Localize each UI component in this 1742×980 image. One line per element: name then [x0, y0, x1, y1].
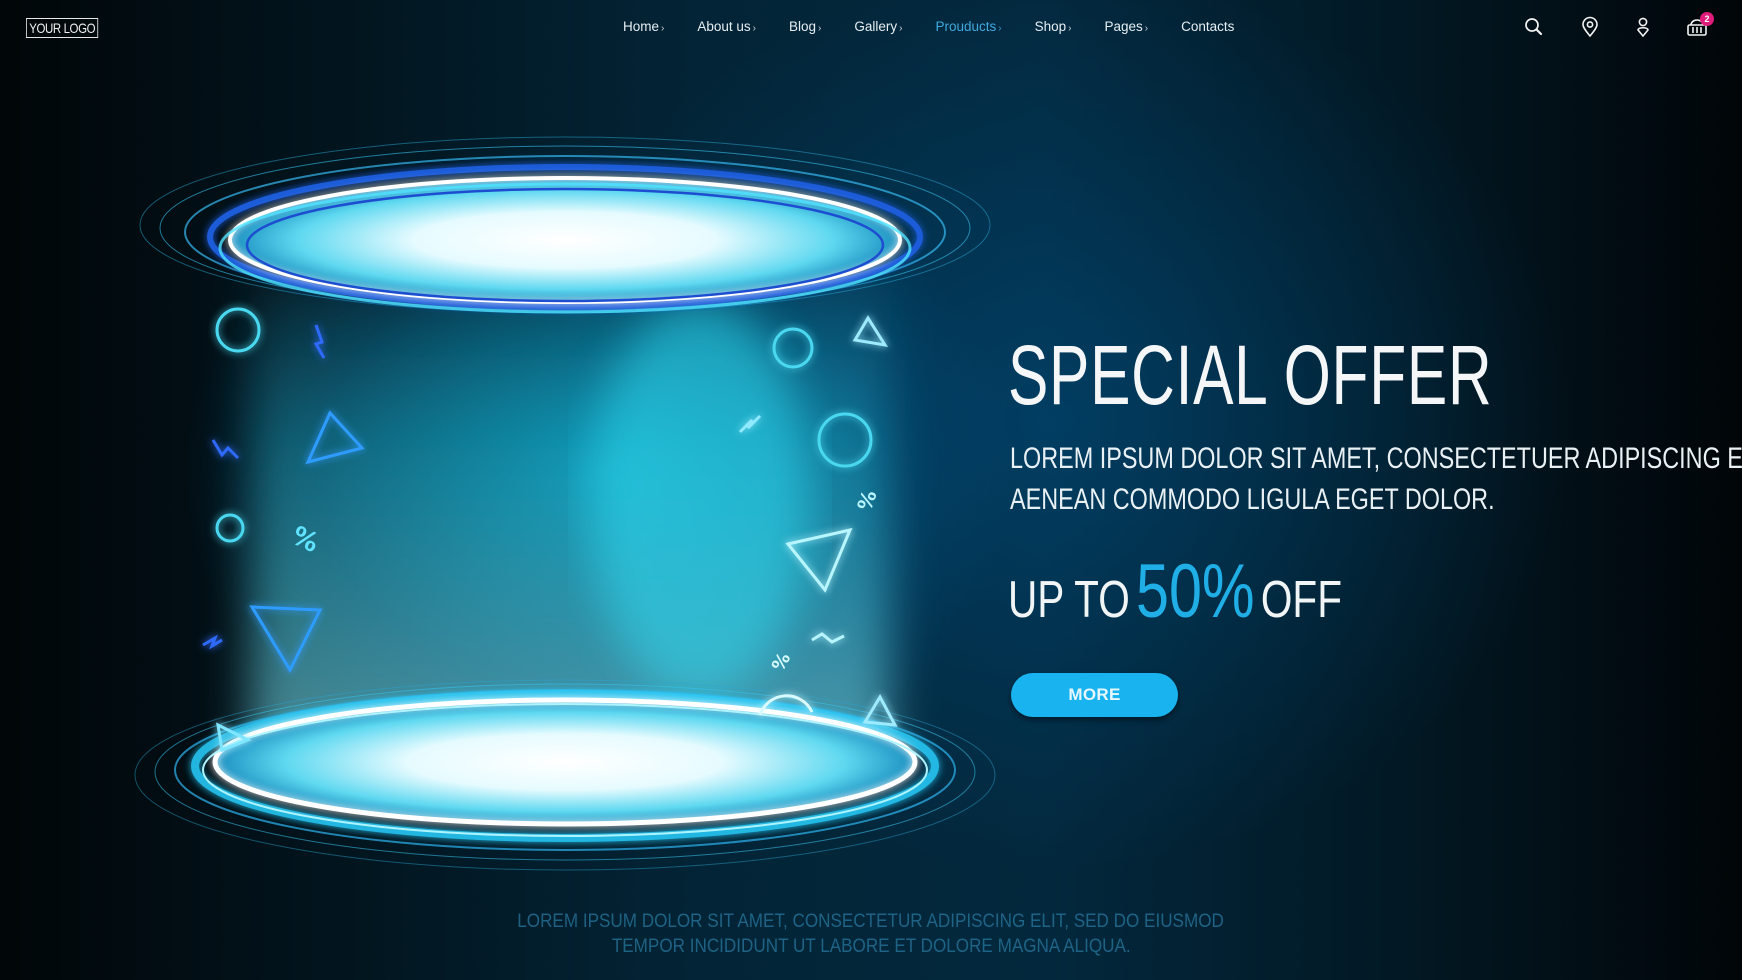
chevron-right-icon: › [818, 23, 822, 34]
nav-item-pages[interactable]: Pages › [1105, 19, 1149, 34]
chevron-right-icon: › [1068, 23, 1072, 34]
chevron-right-icon: › [752, 23, 756, 34]
nav-item-blog[interactable]: Blog › [789, 19, 821, 34]
cart-count-badge: 2 [1700, 12, 1714, 26]
chevron-right-icon: › [1144, 23, 1149, 34]
footer-caption: LOREM IPSUM DOLOR SIT AMET, CONSECTETUR … [0, 909, 1742, 959]
nav-item-home[interactable]: Home › [623, 19, 664, 34]
location-pin-icon [1582, 16, 1598, 38]
search-button[interactable] [1523, 16, 1545, 38]
nav-item-contacts[interactable]: Contacts [1181, 19, 1234, 34]
nav-item-label: Prouducts [935, 19, 997, 34]
discount-suffix: OFF [1260, 571, 1342, 629]
nav-item-label: About us [697, 19, 751, 34]
location-button[interactable] [1579, 16, 1601, 38]
hero-subtitle: LOREM IPSUM DOLOR SIT AMET, CONSECTETUER… [1010, 438, 1742, 520]
main-menu: Home › About us › Blog › Gallery › Prouducts… [623, 19, 1267, 34]
footer-caption-line-2: TEMPOR INCIDIDUNT UT LABORE ET DOLORE MA… [611, 936, 1131, 957]
hero-subtitle-line-2: AENEAN COMMODO LIGULA EGET DOLOR. [1010, 483, 1495, 516]
nav-item-label: Home [623, 19, 660, 34]
top-navigation: YOUR LOGO Home › About us › Blog › Gallery ›… [0, 0, 1742, 56]
nav-item-products[interactable]: Prouducts › [935, 19, 1001, 34]
discount-text: UP TO50% OFF [1008, 548, 1342, 635]
nav-item-gallery[interactable]: Gallery › [854, 19, 902, 34]
discount-value: 50% [1135, 549, 1255, 634]
nav-item-label: Pages [1104, 19, 1143, 34]
nav-item-about-us[interactable]: About us › [697, 19, 756, 34]
neon-zigzag [211, 439, 240, 460]
user-icon [1637, 17, 1649, 38]
nav-item-label: Contacts [1181, 19, 1235, 34]
more-button[interactable]: MORE [1011, 673, 1178, 717]
hero-subtitle-line-1: LOREM IPSUM DOLOR SIT AMET, CONSECTETUER… [1010, 442, 1742, 475]
nav-item-label: Gallery [854, 19, 898, 34]
account-button[interactable] [1632, 16, 1654, 38]
site-logo[interactable]: YOUR LOGO [26, 18, 99, 38]
nav-item-label: Shop [1034, 19, 1067, 34]
footer-caption-line-1: LOREM IPSUM DOLOR SIT AMET, CONSECTETUR … [517, 911, 1225, 932]
chevron-right-icon: › [661, 23, 665, 34]
discount-prefix: UP TO [1008, 571, 1130, 629]
nav-item-label: Blog [789, 19, 817, 34]
nav-item-shop[interactable]: Shop › [1035, 19, 1072, 34]
neon-circle [215, 513, 245, 543]
search-icon [1525, 18, 1543, 36]
chevron-right-icon: › [899, 23, 903, 34]
hero-headline: SPECIAL OFFER [1008, 328, 1493, 422]
neon-zigzag [202, 634, 223, 650]
chevron-right-icon: › [998, 23, 1002, 34]
